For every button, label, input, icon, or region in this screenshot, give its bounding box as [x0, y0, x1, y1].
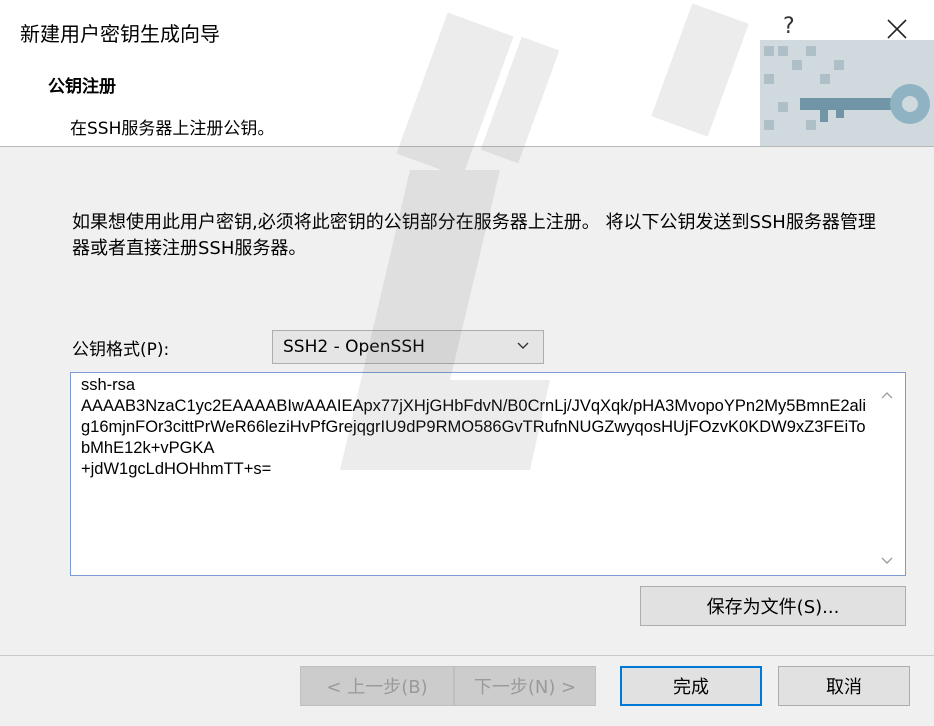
public-key-textarea[interactable]: ssh-rsa AAAAB3NzaC1yc2EAAAABIwAAAIEApx77…: [70, 372, 906, 576]
back-button[interactable]: < 上一步(B): [300, 666, 454, 706]
save-to-file-button[interactable]: 保存为文件(S)...: [640, 586, 906, 626]
description-text: 如果想使用此用户密钥,必须将此密钥的公钥部分在服务器上注册。 将以下公钥发送到S…: [72, 212, 876, 259]
public-key-text: ssh-rsa AAAAB3NzaC1yc2EAAAABIwAAAIEApx77…: [81, 376, 867, 478]
key-icon: [760, 40, 934, 146]
finish-button[interactable]: 完成: [620, 666, 762, 706]
page-title: 公钥注册: [48, 77, 116, 97]
cancel-button[interactable]: 取消: [778, 666, 910, 706]
format-select[interactable]: SSH2 - OpenSSH: [272, 330, 544, 364]
scroll-down-icon[interactable]: [881, 557, 893, 565]
header-divider: [0, 146, 934, 147]
format-label: 公钥格式(P):: [72, 340, 170, 360]
format-select-value: SSH2 - OpenSSH: [283, 337, 425, 357]
page-subtitle: 在SSH服务器上注册公钥。: [70, 119, 275, 139]
scroll-up-icon[interactable]: [881, 391, 893, 399]
chevron-down-icon: [517, 342, 529, 349]
help-button[interactable]: ?: [783, 14, 795, 39]
next-button[interactable]: 下一步(N) >: [454, 666, 596, 706]
footer-divider: [0, 655, 934, 656]
window-title: 新建用户密钥生成向导: [20, 22, 220, 46]
